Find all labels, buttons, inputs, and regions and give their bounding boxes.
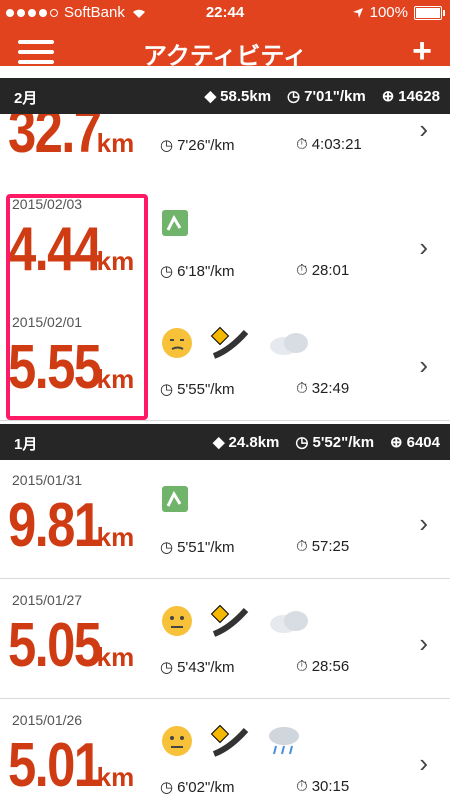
activity-row[interactable]: 2015/01/26 5.01 km ◷ 6'02"/km ⏱ 30:15 › [0,700,450,800]
run-distance: 4.44 [8,215,102,284]
run-date: 2015/02/01 [12,314,83,330]
run-pace: 6'18"/km [177,262,235,280]
pace-icon: ◷ [160,137,174,154]
activity-row[interactable]: 2015/02/03 4.44 km ◷ 6'18"/km ⏱ 28:01 › [0,184,450,303]
chevron-right-icon[interactable]: › [419,114,428,145]
run-date: 2015/01/31 [12,472,83,488]
stopwatch-icon: ⏱ [296,262,308,279]
run-date: 2015/01/26 [12,712,83,728]
road-icon [210,724,249,757]
stopwatch-icon: ⏱ [296,658,308,675]
pace-icon: ◷ [160,779,174,796]
pace-icon: ◷ [160,381,174,398]
chevron-right-icon[interactable]: › [419,350,428,381]
month-label: 1月 [14,436,38,453]
run-time: 28:01 [311,262,350,279]
stopwatch-icon: ⏱ [296,538,308,555]
status-bar: SoftBank 22:44 100% [0,0,450,26]
run-distance: 5.55 [8,333,102,402]
road-icon [210,326,249,359]
run-distance: 5.05 [8,611,102,680]
location-arrow-icon [352,7,363,18]
cloud-icon [270,333,308,355]
map-icon [162,210,188,236]
month-distance: 24.8km [228,433,280,451]
activity-row[interactable]: 2015/01/27 5.05 km ◷ 5'43"/km ⏱ 28:56 › [0,580,450,699]
run-time: 4:03:21 [311,136,362,153]
run-date: 2015/01/27 [12,592,83,608]
cloud-icon [270,611,308,633]
pace-icon: ◷ [160,539,174,556]
map-icon [162,486,188,512]
battery-percent: 100% [369,4,408,21]
steps-icon: ⊕ [390,434,403,451]
stopwatch-icon: ⏱ [296,778,308,795]
chevron-right-icon[interactable]: › [419,508,428,539]
chevron-right-icon[interactable]: › [419,628,428,659]
stopwatch-icon: ⏱ [296,380,308,397]
run-date: 2015/02/03 [12,196,83,212]
run-pace: 7'26"/km [177,136,235,154]
run-time: 57:25 [311,538,350,555]
rain-icon [269,727,299,755]
pace-icon: ◷ [160,263,174,280]
section-header-feb-overlay: 2月 ◆ 58.5km ◷ 7'01"/km ⊕ 14628 [0,78,450,114]
activity-row[interactable]: 2015/02/01 5.55 km ◷ 5'55"/km ⏱ 32:49 › [0,302,450,421]
run-time: 28:56 [311,658,350,675]
chevron-right-icon[interactable]: › [419,232,428,263]
neutral-face-icon [162,606,192,636]
status-right: 100% [352,4,445,21]
run-pace: 5'43"/km [177,658,235,676]
distance-diamond-icon: ◆ [212,434,225,451]
pace-icon: ◷ [295,434,309,451]
neutral-face-icon [162,726,192,756]
activity-row[interactable]: 2015/01/31 9.81 km ◷ 5'51"/km ⏱ 57:25 › [0,460,450,579]
battery-icon [414,5,445,20]
run-pace: 5'51"/km [177,538,235,556]
run-distance: 9.81 [8,491,102,560]
smirk-icon [162,328,192,358]
stopwatch-icon: ⏱ [296,136,308,153]
run-time: 30:15 [311,778,350,795]
month-pace: 5'52"/km [312,433,375,451]
run-pace: 6'02"/km [177,778,235,796]
run-pace: 5'55"/km [177,380,235,398]
run-distance: 5.01 [8,731,102,800]
month-steps: 6404 [406,433,440,451]
section-header-jan: 1月 ◆ 24.8km ◷ 5'52"/km ⊕ 6404 [0,424,450,460]
pace-icon: ◷ [160,659,174,676]
chevron-right-icon[interactable]: › [419,748,428,779]
add-activity-button[interactable]: + [412,34,432,68]
run-time: 32:49 [311,380,350,397]
road-icon [210,604,249,637]
